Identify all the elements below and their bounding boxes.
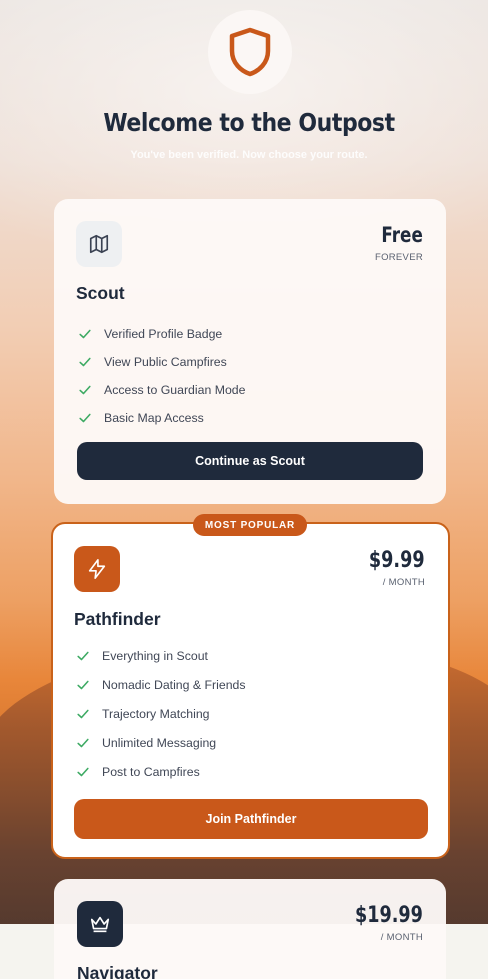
feature-item: Post to Campfires <box>76 757 246 786</box>
lightning-icon <box>88 559 106 579</box>
feature-list: Verified Profile Badge View Public Campf… <box>78 320 246 432</box>
check-icon <box>77 738 89 747</box>
feature-label: Unlimited Messaging <box>102 735 217 750</box>
feature-label: Basic Map Access <box>104 411 204 425</box>
plan-name: Scout <box>76 283 125 303</box>
check-icon <box>79 357 91 367</box>
feature-item: Trajectory Matching <box>76 699 246 728</box>
continue-scout-button[interactable]: Continue as Scout <box>77 442 423 480</box>
check-icon <box>79 329 91 339</box>
plan-price: $19.99 <box>355 903 423 928</box>
join-pathfinder-button[interactable]: Join Pathfinder <box>74 799 428 839</box>
page-title: Welcome to the Outpost <box>103 108 395 137</box>
check-icon <box>77 680 89 689</box>
feature-label: Access to Guardian Mode <box>104 383 246 397</box>
feature-label: Trajectory Matching <box>102 706 210 721</box>
plan-card-scout: Free FOREVER Scout Verified Profile Badg… <box>54 199 446 504</box>
feature-item: Unlimited Messaging <box>76 728 246 757</box>
feature-label: Everything in Scout <box>102 648 208 663</box>
check-icon <box>77 709 89 718</box>
check-icon <box>77 767 89 776</box>
feature-item: Basic Map Access <box>78 404 246 432</box>
plan-icon-box <box>76 221 122 267</box>
plan-icon-box <box>77 901 123 947</box>
feature-list: Everything in Scout Nomadic Dating & Fri… <box>76 641 246 786</box>
check-icon <box>79 413 91 423</box>
check-icon <box>79 385 91 395</box>
most-popular-badge: MOST POPULAR <box>193 514 307 536</box>
feature-item: Access to Guardian Mode <box>78 376 246 404</box>
check-icon <box>77 651 89 660</box>
feature-label: View Public Campfires <box>104 355 227 369</box>
feature-item: View Public Campfires <box>78 348 246 376</box>
plan-name: Pathfinder <box>74 609 161 629</box>
plan-period: / MONTH <box>380 932 423 943</box>
feature-label: Post to Campfires <box>102 764 200 779</box>
plan-period: FOREVER <box>374 252 423 263</box>
plan-period: / MONTH <box>382 577 425 588</box>
feature-label: Verified Profile Badge <box>104 327 223 341</box>
feature-item: Verified Profile Badge <box>78 320 246 348</box>
plan-price: $9.99 <box>369 548 425 573</box>
page-subtitle: You've been verified. Now choose your ro… <box>130 149 368 161</box>
plan-card-navigator: $19.99 / MONTH Navigator <box>54 879 446 979</box>
logo <box>208 10 292 94</box>
crown-icon <box>90 916 110 933</box>
feature-item: Everything in Scout <box>76 641 246 670</box>
feature-label: Nomadic Dating & Friends <box>102 677 246 692</box>
plan-card-pathfinder: $9.99 / MONTH Pathfinder Everything in S… <box>51 522 450 859</box>
plan-icon-box <box>74 546 120 592</box>
plan-price: Free <box>381 223 423 247</box>
feature-item: Nomadic Dating & Friends <box>76 670 246 699</box>
plan-name: Navigator <box>77 963 158 979</box>
map-icon <box>89 234 109 254</box>
shield-icon <box>229 27 271 77</box>
